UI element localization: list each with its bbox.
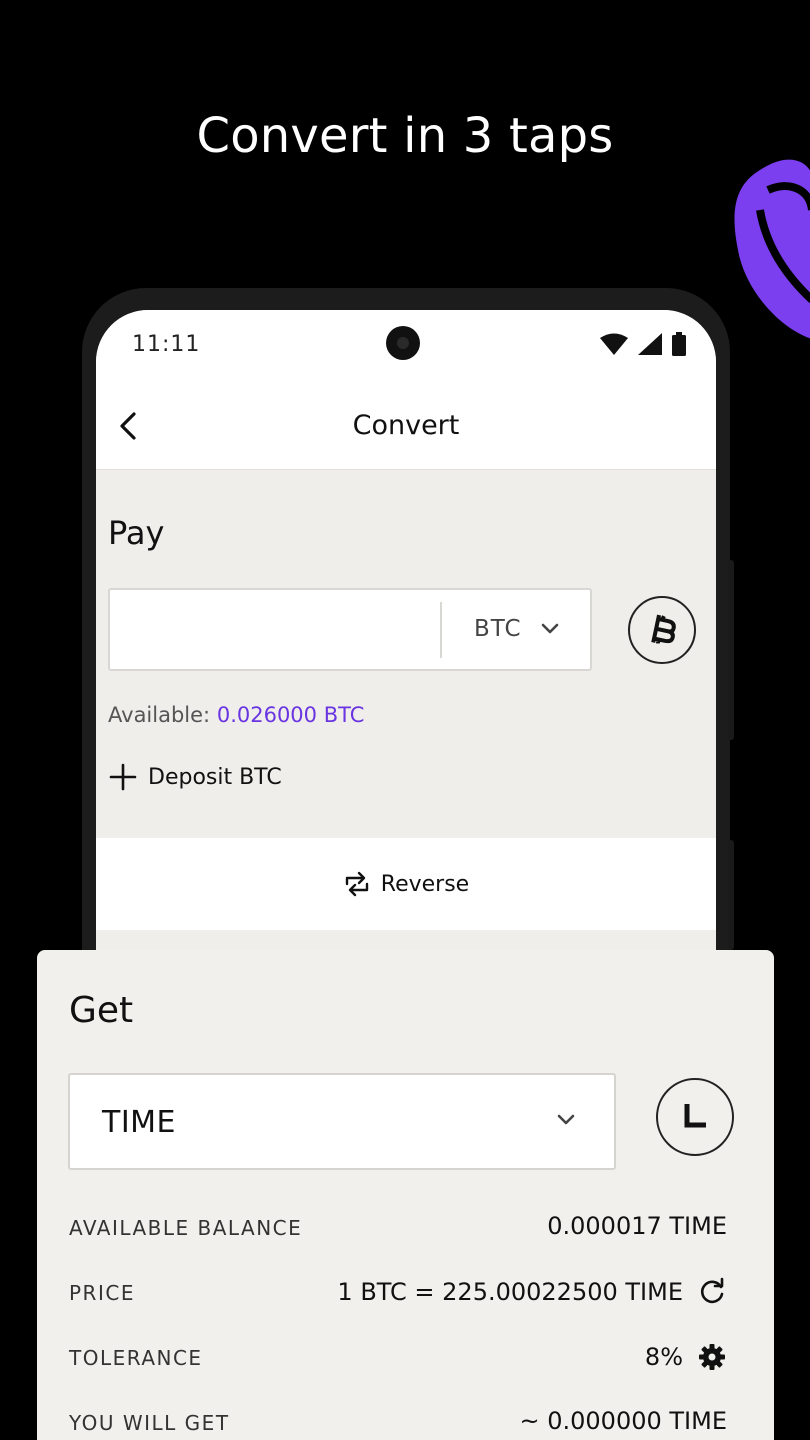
- row-label: YOU WILL GET: [69, 1411, 230, 1435]
- page-title: Convert: [352, 410, 460, 441]
- tolerance-row: TOLERANCE 8%: [69, 1338, 727, 1378]
- available-balance-row: AVAILABLE BALANCE 0.000017 TIME: [69, 1208, 727, 1248]
- chevron-down-icon[interactable]: [556, 1113, 576, 1127]
- phone-side-button: [728, 840, 734, 950]
- phone-side-button: [728, 560, 734, 740]
- bitcoin-icon: [628, 596, 696, 664]
- front-camera: [386, 326, 420, 360]
- row-value: 1 BTC = 225.00022500 TIME: [337, 1278, 683, 1306]
- row-value: 8%: [644, 1343, 683, 1371]
- reverse-button[interactable]: Reverse: [96, 838, 716, 930]
- available-balance: Available: 0.026000 BTC: [108, 703, 364, 727]
- pay-amount-input[interactable]: [120, 604, 420, 656]
- pay-amount-field[interactable]: BTC: [108, 588, 592, 671]
- row-value: 0.000017 TIME: [547, 1212, 727, 1240]
- headline: Convert in 3 taps: [196, 108, 614, 164]
- pay-section-title: Pay: [108, 514, 165, 552]
- available-value[interactable]: 0.026000 BTC: [217, 703, 365, 727]
- status-icons: [600, 332, 686, 356]
- swap-arrows-icon: [345, 871, 368, 897]
- plus-icon: [109, 763, 137, 791]
- gear-icon[interactable]: [697, 1342, 727, 1372]
- reverse-label: Reverse: [380, 871, 470, 897]
- get-currency-value: TIME: [102, 1105, 177, 1140]
- field-divider: [440, 602, 442, 658]
- row-label: PRICE: [69, 1281, 135, 1305]
- app-bar: Convert: [96, 380, 716, 470]
- get-currency-select[interactable]: TIME: [68, 1073, 616, 1170]
- pay-currency-select[interactable]: BTC: [474, 616, 522, 642]
- price-row: PRICE 1 BTC = 225.00022500 TIME: [69, 1273, 727, 1313]
- status-bar: 11:11: [96, 310, 716, 380]
- get-panel: Get TIME AVAILABLE BALANCE 0.000017 TIME…: [37, 950, 774, 1440]
- row-label: AVAILABLE BALANCE: [69, 1216, 303, 1240]
- brand-logo-icon: [734, 159, 810, 339]
- refresh-icon[interactable]: [697, 1277, 727, 1307]
- deposit-label: Deposit BTC: [148, 764, 282, 790]
- battery-icon: [672, 332, 686, 356]
- wifi-icon: [600, 333, 628, 355]
- status-time: 11:11: [132, 332, 201, 357]
- chevron-down-icon[interactable]: [540, 622, 560, 636]
- time-token-icon: [656, 1078, 734, 1156]
- row-label: TOLERANCE: [69, 1346, 203, 1370]
- get-section-title: Get: [69, 990, 134, 1031]
- you-will-get-row: YOU WILL GET ~ 0.000000 TIME: [69, 1403, 727, 1440]
- available-label: Available:: [108, 703, 211, 727]
- row-value: ~ 0.000000 TIME: [519, 1407, 728, 1435]
- cellular-signal-icon: [638, 333, 662, 355]
- deposit-button[interactable]: Deposit BTC: [108, 762, 282, 792]
